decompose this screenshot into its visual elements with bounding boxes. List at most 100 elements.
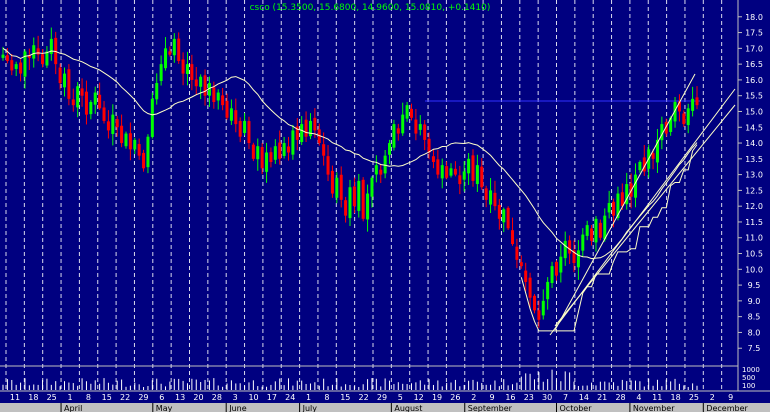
x-tick-label: 9 [490, 393, 495, 402]
month-label: December [706, 404, 748, 412]
y-tick-label: 15.5 [745, 92, 763, 101]
candle-body [409, 108, 413, 118]
chart-title: csco (15.3500, 15.6800, 14.9600, 15.0810… [250, 3, 491, 13]
candle-body [418, 124, 422, 130]
candle-body [427, 138, 431, 153]
y-tick-label: 12.5 [745, 186, 763, 195]
x-tick-label: 22 [359, 393, 369, 402]
x-tick-label: 2 [471, 393, 476, 402]
candle-body [594, 218, 598, 243]
x-tick-label: 8 [324, 393, 329, 402]
candle-body [550, 266, 554, 283]
y-tick-label: 10.0 [745, 265, 763, 274]
y-tick-label: 13.5 [745, 155, 763, 164]
candle-body [357, 180, 361, 211]
candle-body [102, 107, 106, 121]
candle-body [278, 142, 282, 159]
candle-body [475, 165, 479, 185]
month-label: October [560, 404, 593, 412]
candle-body [142, 152, 146, 169]
candle-body [379, 169, 383, 175]
candle-body [431, 156, 435, 162]
month-label: April [64, 404, 82, 412]
x-tick-label: 19 [432, 393, 442, 402]
x-tick-label: 6 [159, 393, 164, 402]
candle-body [76, 86, 80, 108]
month-label: May [156, 404, 173, 412]
candle-body [71, 99, 75, 106]
candle-body [234, 110, 238, 125]
x-tick-label: 29 [138, 393, 148, 402]
candle-body [159, 64, 163, 82]
stock-chart: 7.5 8.0 8.5 9.0 9.5 10.0 10.5 11.0 11.5 12.0 12.5 1… [0, 0, 770, 412]
candle-body [607, 203, 611, 213]
x-tick-label: 5 [398, 393, 403, 402]
candle-body [532, 295, 536, 311]
candle-body [511, 230, 515, 245]
candle-body [14, 64, 18, 69]
candle-body [89, 102, 93, 115]
x-tick-label: 25 [689, 393, 699, 402]
candle-body [458, 175, 462, 185]
candle-body [251, 144, 255, 159]
month-label: July [302, 404, 318, 412]
candle-body [682, 113, 686, 125]
candle-body [221, 95, 225, 106]
x-tick-label: 14 [579, 393, 589, 402]
candle-body [361, 179, 365, 219]
candle-body [128, 133, 132, 150]
y-tick-label: 18.0 [745, 13, 763, 22]
candle-body [172, 38, 176, 56]
candle-body [388, 143, 392, 155]
candle-body [181, 59, 185, 74]
candle-body [313, 117, 317, 131]
candle-body [203, 75, 207, 96]
candle-body [45, 51, 49, 66]
candle-body [612, 201, 616, 216]
x-tick-label: 23 [524, 393, 534, 402]
volume-tick-label: 500 [742, 374, 755, 382]
candle-body [194, 79, 198, 87]
x-tick-label: 9 [728, 393, 733, 402]
candle-body [590, 228, 594, 241]
candle-body [493, 192, 497, 207]
x-tick-label: 17 [267, 393, 277, 402]
candle-body [335, 177, 339, 198]
y-tick-label: 15.0 [745, 107, 763, 116]
candle-body [256, 146, 260, 160]
candle-body [686, 108, 690, 126]
candle-body [339, 174, 343, 200]
y-tick-label: 9.0 [748, 297, 761, 306]
x-tick-label: 21 [597, 393, 607, 402]
candle-body [449, 168, 453, 176]
candle-body [414, 119, 418, 134]
candle-body [401, 114, 405, 134]
candle-body [164, 48, 168, 69]
x-tick-label: 26 [450, 393, 460, 402]
candle-body [576, 250, 580, 268]
x-tick-label: 1 [306, 393, 311, 402]
chart-background [0, 0, 770, 412]
candle-body [383, 155, 387, 174]
candle-body [462, 171, 466, 180]
candle-body [453, 168, 457, 175]
y-tick-label: 17.0 [745, 44, 763, 53]
candle-body [651, 153, 655, 159]
candle-body [32, 45, 36, 59]
y-tick-label: 14.5 [745, 123, 763, 132]
x-tick-label: 4 [636, 393, 641, 402]
candle-body [638, 161, 642, 171]
candle-body [23, 51, 27, 77]
x-tick-label: 16 [505, 393, 515, 402]
candle-body [287, 146, 291, 153]
y-tick-label: 9.5 [748, 281, 761, 290]
candle-body [225, 100, 229, 118]
candle-body [506, 207, 510, 229]
candle-body [120, 125, 124, 144]
x-tick-label: 2 [710, 393, 715, 402]
y-tick-label: 13.0 [745, 171, 763, 180]
candle-body [67, 69, 71, 99]
candle-body [155, 83, 159, 100]
candle-body [168, 51, 172, 55]
candle-body [177, 38, 181, 61]
